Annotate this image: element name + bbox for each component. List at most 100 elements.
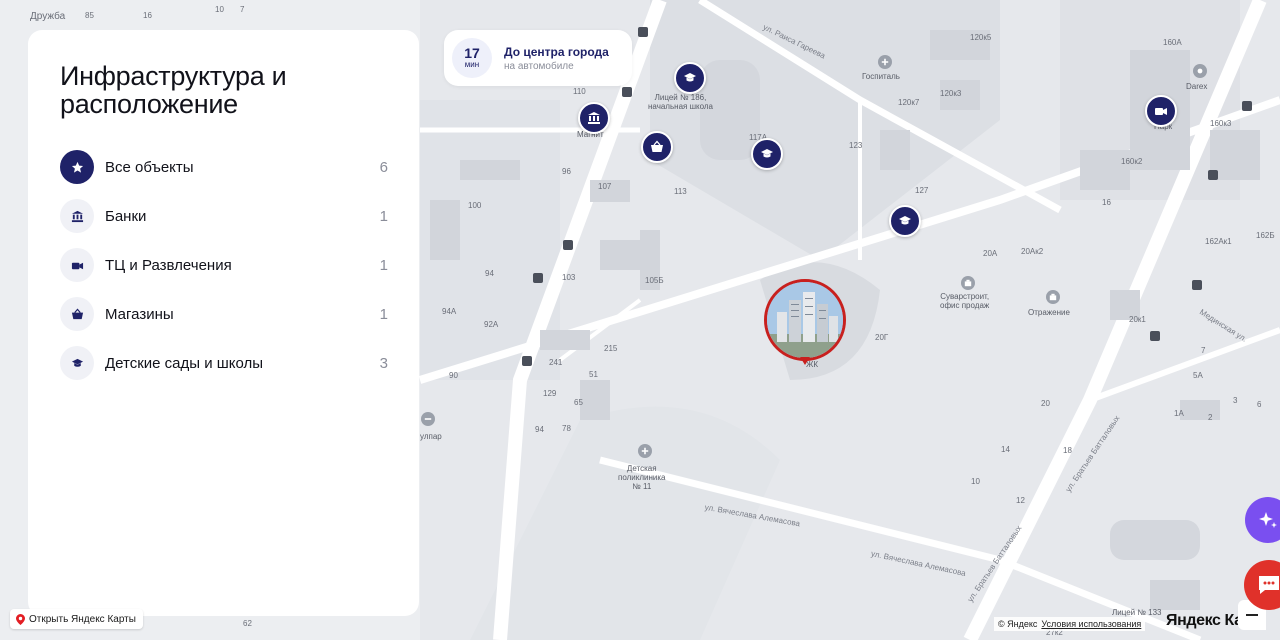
category-count: 1 <box>379 305 388 323</box>
house-number: 20А <box>983 249 998 258</box>
school-marker[interactable] <box>889 205 921 237</box>
house-number: 7 <box>1201 346 1206 355</box>
house-number: 20Г <box>875 333 889 342</box>
chat-icon <box>1259 576 1279 594</box>
category-malls-entertainment[interactable]: ТЦ и Развлечения 1 <box>60 248 388 282</box>
house-number: 162Ак1 <box>1205 237 1232 246</box>
category-banks[interactable]: Банки 1 <box>60 199 388 233</box>
house-number: 123 <box>849 141 863 150</box>
poi-label: Детская поликлиника № 11 <box>618 464 666 492</box>
poi-label: Отражение <box>1028 308 1070 317</box>
house-number: 20Ак2 <box>1021 247 1044 256</box>
camera-icon <box>1155 108 1167 115</box>
bus-stop-icon[interactable] <box>622 87 632 97</box>
bus-stop-icon[interactable] <box>1192 280 1202 290</box>
panel-title: Инфраструктура и расположение <box>60 61 287 119</box>
house-number: 6 <box>1257 400 1262 409</box>
house-number: 16 <box>143 11 152 20</box>
house-number: 94 <box>485 269 494 278</box>
building-photo-pin[interactable] <box>764 279 846 361</box>
bank-icon <box>60 199 94 233</box>
house-number: 12 <box>1016 496 1025 505</box>
school-marker[interactable] <box>674 62 706 94</box>
school-marker[interactable] <box>751 138 783 170</box>
category-all[interactable]: Все объекты 6 <box>60 150 388 184</box>
house-number: 20 <box>1041 399 1050 408</box>
house-number: 107 <box>598 182 612 191</box>
house-number: 160к2 <box>1121 157 1143 166</box>
bus-stop-icon[interactable] <box>522 356 532 366</box>
minus-icon <box>1246 614 1258 616</box>
basket-icon <box>651 140 663 152</box>
category-shops[interactable]: Магазины 1 <box>60 297 388 331</box>
category-kindergartens-schools[interactable]: Детские сады и школы 3 <box>60 346 388 380</box>
graduation-cap-icon <box>60 346 94 380</box>
travel-time-value: 17 <box>464 45 480 62</box>
category-label: Детские сады и школы <box>105 354 264 372</box>
house-number: 65 <box>574 398 583 407</box>
house-number: 215 <box>604 344 618 353</box>
shop-marker[interactable] <box>641 131 673 163</box>
house-number: 96 <box>562 167 571 176</box>
category-label: Магазины <box>105 305 174 323</box>
category-label: Все объекты <box>105 158 194 176</box>
house-number: 90 <box>449 371 458 380</box>
bus-stop-icon[interactable] <box>563 240 573 250</box>
poi-label: Darex <box>1186 82 1208 91</box>
house-number: 162Б <box>1256 231 1275 240</box>
travel-time-badge: 17 мин <box>452 38 492 78</box>
house-number: 129 <box>543 389 557 398</box>
house-number: 120к3 <box>940 89 962 98</box>
shop-icon[interactable] <box>1193 64 1207 78</box>
yandex-logo: Яндекс Ка <box>1166 612 1243 629</box>
house-number: 160А <box>1163 38 1182 47</box>
house-number: 51 <box>589 370 598 379</box>
graduation-cap-icon <box>761 149 773 158</box>
house-number: 94А <box>442 307 457 316</box>
bus-stop-icon[interactable] <box>1208 170 1218 180</box>
copyright-text: © Яндекс <box>998 619 1038 629</box>
bus-stop-icon[interactable] <box>1242 101 1252 111</box>
house-number: 16 <box>1102 198 1111 207</box>
hospital-icon[interactable] <box>638 444 652 458</box>
terms-link[interactable]: Условия использования <box>1041 619 1141 629</box>
open-yandex-maps-button[interactable]: Открыть Яндекс Карты <box>10 609 143 629</box>
category-count: 3 <box>379 354 388 372</box>
house-number: 5А <box>1193 371 1203 380</box>
bank-marker[interactable] <box>578 102 610 134</box>
house-number: 78 <box>562 424 571 433</box>
category-count: 1 <box>379 256 388 274</box>
house-number: 14 <box>1001 445 1010 454</box>
graduation-cap-icon <box>899 216 911 225</box>
house-number: 62 <box>243 619 252 628</box>
house-number: 100 <box>468 201 482 210</box>
bank-icon <box>588 112 600 124</box>
house-number: 241 <box>549 358 563 367</box>
category-count: 6 <box>379 158 388 176</box>
house-number: 120к7 <box>898 98 920 107</box>
house-number: 120к5 <box>970 33 992 42</box>
travel-title: До центра города <box>504 44 609 59</box>
bus-stop-icon[interactable] <box>1150 331 1160 341</box>
house-number: 10 <box>215 5 224 14</box>
travel-subtitle: на автомобиле <box>504 60 574 72</box>
house-number: 113 <box>674 187 687 196</box>
house-number: 85 <box>85 11 94 20</box>
sparkle-icon <box>1259 512 1277 528</box>
poi-label: Лицей № 133 <box>1112 608 1162 617</box>
house-number: 127 <box>915 186 929 195</box>
sport-icon[interactable] <box>421 412 435 426</box>
category-count: 1 <box>379 207 388 225</box>
house-number: 1А <box>1174 409 1184 418</box>
office-icon[interactable] <box>961 276 975 290</box>
bus-stop-icon[interactable] <box>638 27 648 37</box>
travel-time-chip: 17 мин До центра города на автомобиле <box>444 30 632 86</box>
entertainment-marker[interactable] <box>1145 95 1177 127</box>
house-number: 3 <box>1233 396 1238 405</box>
poi-label: Суварстроит, офис продаж <box>940 292 990 311</box>
category-label: ТЦ и Развлечения <box>105 256 232 274</box>
bus-stop-icon[interactable] <box>533 273 543 283</box>
hospital-icon[interactable] <box>878 55 892 69</box>
category-label: Банки <box>105 207 147 225</box>
office-icon[interactable] <box>1046 290 1060 304</box>
